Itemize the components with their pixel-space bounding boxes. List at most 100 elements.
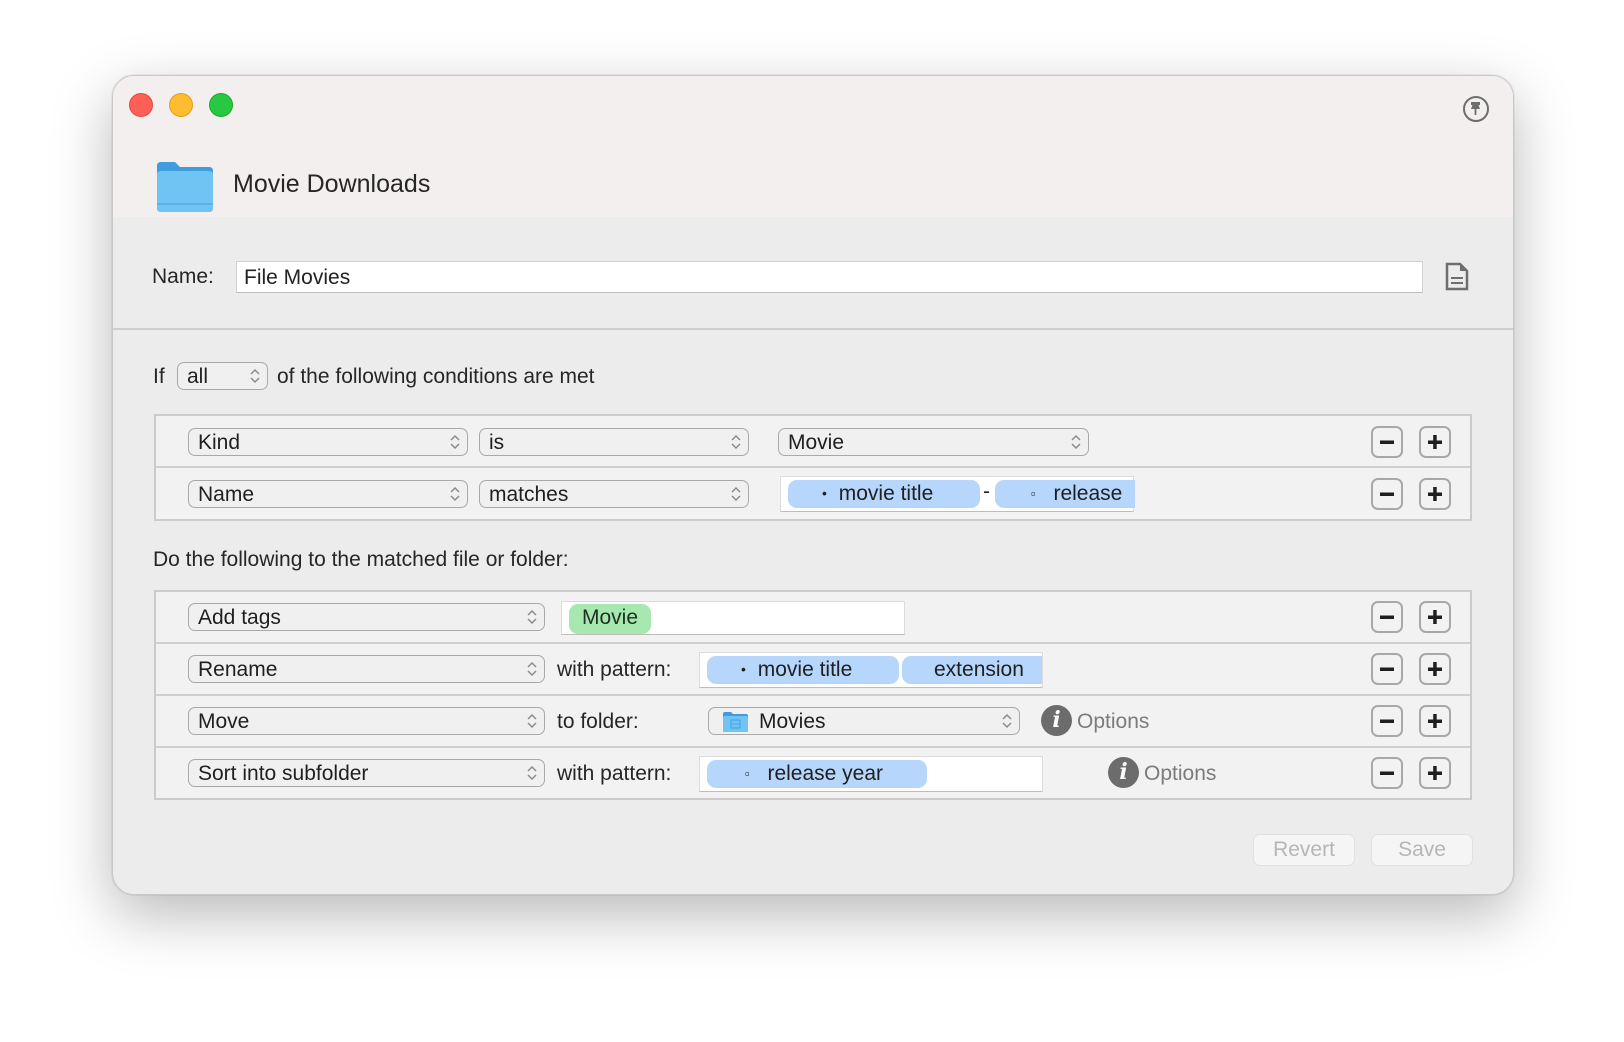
minus-icon [1380, 492, 1394, 496]
add-condition-button[interactable] [1419, 478, 1451, 510]
chevron-updown-icon [250, 368, 260, 384]
condition-value-popup[interactable]: Movie [778, 428, 1089, 456]
add-action-button[interactable] [1419, 757, 1451, 789]
pattern-token[interactable]: ▫ release [995, 480, 1135, 508]
remove-action-button[interactable] [1371, 653, 1403, 685]
action-type-value: Move [198, 710, 250, 733]
row-divider [156, 466, 1470, 468]
chevron-updown-icon [1002, 713, 1012, 729]
pattern-label: with pattern: [557, 762, 672, 785]
condition-operator-popup[interactable]: is [479, 428, 749, 456]
info-icon[interactable]: i [1108, 757, 1139, 788]
condition-attribute-popup[interactable]: Name [188, 480, 468, 508]
attribute-value: Kind [198, 431, 241, 454]
match-pattern-field[interactable]: • movie title - ▫ release [780, 476, 1135, 512]
plus-icon [1428, 766, 1442, 780]
plus-icon [1428, 435, 1442, 449]
minimize-button[interactable] [169, 93, 193, 117]
token-marker-icon: • [822, 485, 827, 501]
plus-icon [1428, 714, 1442, 728]
row-divider [156, 694, 1470, 696]
move-options-link[interactable]: Options [1077, 710, 1149, 734]
token-label: movie title [757, 658, 853, 681]
plus-icon [1428, 487, 1442, 501]
chevron-updown-icon [527, 609, 537, 625]
if-label: If [153, 365, 165, 388]
pin-icon[interactable] [1463, 96, 1489, 122]
action-type-value: Add tags [198, 606, 281, 629]
destination-folder-popup[interactable]: Movies [708, 707, 1020, 735]
minus-icon [1380, 667, 1394, 671]
condition-attribute-popup[interactable]: Kind [188, 428, 468, 456]
chevron-updown-icon [527, 765, 537, 781]
token-marker-icon: • [741, 661, 746, 677]
tag-chip[interactable]: Movie [569, 604, 652, 634]
row-divider [156, 642, 1470, 644]
subfolder-options-link[interactable]: Options [1144, 762, 1216, 786]
actions-heading: Do the following to the matched file or … [153, 548, 569, 571]
action-type-value: Sort into subfolder [198, 762, 369, 785]
movies-folder-icon [723, 712, 748, 732]
match-mode-popup[interactable]: all [177, 362, 268, 390]
revert-button[interactable]: Revert [1253, 834, 1355, 866]
subfolder-pattern-field[interactable]: ▫ release year [699, 756, 1043, 792]
chevron-updown-icon [527, 661, 537, 677]
token-marker-icon: ▫ [745, 766, 750, 781]
rename-pattern-field[interactable]: • movie title extension [699, 652, 1043, 688]
action-type-popup[interactable]: Move [188, 707, 545, 735]
info-icon[interactable]: i [1041, 705, 1072, 736]
pattern-token[interactable]: ▫ release year [707, 760, 927, 788]
condition-value: Movie [788, 431, 845, 454]
remove-action-button[interactable] [1371, 705, 1403, 737]
document-icon[interactable] [1445, 262, 1469, 291]
minus-icon [1380, 771, 1394, 775]
remove-action-button[interactable] [1371, 601, 1403, 633]
folder-label: to folder: [557, 710, 639, 733]
operator-value: is [489, 431, 505, 454]
action-type-value: Rename [198, 658, 278, 681]
add-action-button[interactable] [1419, 705, 1451, 737]
plus-icon [1428, 610, 1442, 624]
zoom-button[interactable] [209, 93, 233, 117]
plus-icon [1428, 662, 1442, 676]
token-label: extension [934, 658, 1024, 681]
pattern-token[interactable]: extension [902, 656, 1042, 684]
conditions-list: Kind is Movie Name matches • movie title… [154, 414, 1472, 521]
token-label: movie title [838, 482, 934, 505]
remove-action-button[interactable] [1371, 757, 1403, 789]
chevron-updown-icon [450, 486, 460, 502]
rule-name-field[interactable]: File Movies [236, 261, 1423, 293]
attribute-value: Name [198, 483, 255, 506]
pattern-token[interactable]: • movie title [707, 656, 899, 684]
pattern-label: with pattern: [557, 658, 672, 681]
section-divider [113, 328, 1513, 330]
pattern-token[interactable]: • movie title [788, 480, 980, 508]
close-button[interactable] [129, 93, 153, 117]
token-label: release [1053, 482, 1123, 505]
action-type-popup[interactable]: Rename [188, 655, 545, 683]
chevron-updown-icon [731, 486, 741, 502]
rule-editor-window: Movie Downloads Name: File Movies If all… [112, 75, 1514, 895]
minus-icon [1380, 440, 1394, 444]
condition-operator-popup[interactable]: matches [479, 480, 749, 508]
add-action-button[interactable] [1419, 653, 1451, 685]
minus-icon [1380, 615, 1394, 619]
action-type-popup[interactable]: Sort into subfolder [188, 759, 545, 787]
window-header: Movie Downloads [113, 76, 1513, 217]
add-action-button[interactable] [1419, 601, 1451, 633]
conditions-suffix: of the following conditions are met [277, 365, 595, 388]
chevron-updown-icon [1071, 434, 1081, 450]
chevron-updown-icon [450, 434, 460, 450]
action-type-popup[interactable]: Add tags [188, 603, 545, 631]
tags-field[interactable]: Movie [561, 601, 905, 635]
actions-list: Add tags Movie Rename with pattern: • mo… [154, 590, 1472, 800]
add-condition-button[interactable] [1419, 426, 1451, 458]
minus-icon [1380, 719, 1394, 723]
save-button[interactable]: Save [1371, 834, 1473, 866]
token-label: release year [767, 762, 884, 785]
folder-value: Movies [759, 710, 826, 733]
folder-icon [157, 162, 213, 212]
token-separator: - [983, 480, 990, 503]
remove-condition-button[interactable] [1371, 478, 1403, 510]
remove-condition-button[interactable] [1371, 426, 1403, 458]
